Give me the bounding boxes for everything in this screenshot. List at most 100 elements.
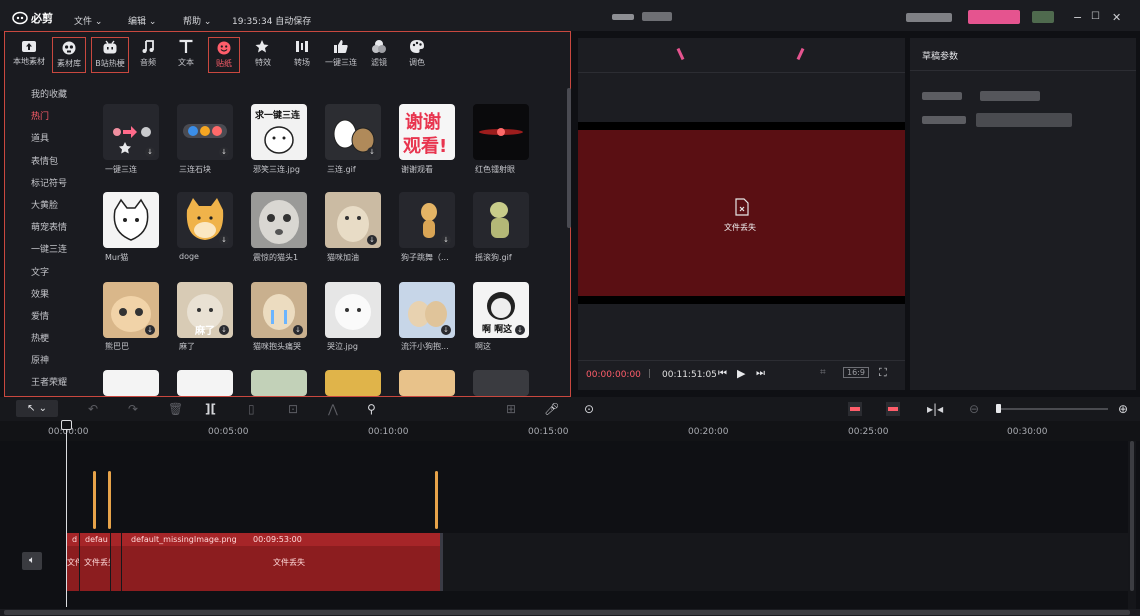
sticker-item[interactable] <box>473 192 529 248</box>
timeline-ruler[interactable]: 00:00:00 00:05:00 00:10:00 00:15:00 00:2… <box>0 421 1140 441</box>
keyframe-marker[interactable] <box>435 471 438 529</box>
category-marks[interactable]: 标记符号 <box>31 176 67 189</box>
undo-icon[interactable]: ↶ <box>88 401 98 417</box>
play-icon[interactable]: ▶ <box>737 367 745 380</box>
mirror-icon[interactable]: ⋀ <box>328 401 338 417</box>
horizontal-scroll-thumb[interactable] <box>4 610 1130 615</box>
tool-material-library[interactable]: 素材库 <box>52 37 86 73</box>
zoom-slider-handle[interactable] <box>996 404 1001 413</box>
fit-icon[interactable]: ▸|◂ <box>927 401 943 417</box>
menu-file[interactable]: 文件 ⌄ <box>74 14 102 27</box>
next-frame-icon[interactable]: ⏭ <box>756 368 765 379</box>
freeze-icon[interactable]: ⊡ <box>288 401 298 417</box>
sticker-item[interactable] <box>325 370 381 396</box>
sticker-item[interactable]: ↓ <box>103 104 159 160</box>
scale-icon[interactable]: ⊞ <box>506 401 516 417</box>
sticker-item[interactable] <box>103 192 159 248</box>
timeline-horizontal-scrollbar[interactable] <box>0 609 1140 616</box>
menu-edit[interactable]: 编辑 ⌄ <box>128 14 156 27</box>
delete-icon[interactable]: 🗑 <box>168 401 183 417</box>
microphone-icon[interactable]: 🎤︎ <box>544 401 559 417</box>
sticker-item[interactable] <box>325 282 381 338</box>
sticker-item[interactable] <box>473 370 529 396</box>
clip-end-handle[interactable] <box>440 533 443 591</box>
category-pets[interactable]: 萌宠表情 <box>31 220 67 233</box>
sticker-item[interactable]: ↓ <box>325 192 381 248</box>
download-icon[interactable]: ↓ <box>441 325 451 335</box>
vertical-scroll-thumb[interactable] <box>1130 441 1134 591</box>
playhead-handle[interactable] <box>61 420 72 430</box>
sticker-item[interactable]: 求一键三连 <box>251 104 307 160</box>
menu-help[interactable]: 帮助 ⌄ <box>183 14 211 27</box>
tool-audio[interactable]: 音频 <box>128 37 168 73</box>
zoom-slider[interactable] <box>996 408 1108 410</box>
category-love[interactable]: 爱情 <box>31 309 49 322</box>
download-icon[interactable]: ↓ <box>515 325 525 335</box>
split-icon[interactable]: ][ <box>205 401 216 417</box>
pin-icon[interactable]: ⚲ <box>367 401 376 417</box>
sticker-item[interactable] <box>251 192 307 248</box>
sticker-item[interactable] <box>473 104 529 160</box>
category-honor-of-kings[interactable]: 王者荣耀 <box>31 375 67 388</box>
sticker-item[interactable]: 谢谢 观看! <box>399 104 455 160</box>
prev-frame-icon[interactable]: ⏮ <box>718 368 727 379</box>
download-icon[interactable]: ↓ <box>145 147 155 157</box>
sticker-item[interactable] <box>103 370 159 396</box>
crop-clip-icon[interactable]: ▯ <box>248 401 255 417</box>
sticker-item[interactable]: ↓ <box>399 192 455 248</box>
download-icon[interactable]: ↓ <box>367 235 377 245</box>
sticker-item[interactable]: ↓ <box>399 282 455 338</box>
sticker-item[interactable]: ↓ <box>325 104 381 160</box>
category-memes[interactable]: 热梗 <box>31 331 49 344</box>
minimize-button[interactable]: − <box>1073 11 1082 24</box>
download-icon[interactable]: ↓ <box>441 235 451 245</box>
tool-triple-combo[interactable]: 一键三连 <box>321 37 361 73</box>
sticker-scrollbar[interactable] <box>567 88 571 228</box>
download-icon[interactable]: ↓ <box>219 147 229 157</box>
tool-transition[interactable]: 转场 <box>282 37 322 73</box>
tool-sticker[interactable]: 贴纸 <box>208 37 240 73</box>
category-props[interactable]: 道具 <box>31 131 49 144</box>
track-mute-button[interactable]: 🔈︎ <box>22 552 42 570</box>
sticker-item[interactable] <box>399 370 455 396</box>
tool-effects[interactable]: 特效 <box>243 37 283 73</box>
sticker-item[interactable] <box>177 370 233 396</box>
crop-icon[interactable]: ⌗ <box>820 367 826 378</box>
video-clip[interactable] <box>111 533 121 591</box>
category-yellow-face[interactable]: 大黄脸 <box>31 198 58 211</box>
record-icon[interactable]: ⊙ <box>584 401 594 417</box>
download-icon[interactable]: ↓ <box>145 325 155 335</box>
category-effects[interactable]: 效果 <box>31 287 49 300</box>
aspect-ratio-button[interactable]: 16:9 <box>843 367 869 378</box>
download-icon[interactable]: ↓ <box>219 325 229 335</box>
select-tool-dropdown[interactable]: ↖ ⌄ <box>16 400 58 417</box>
maximize-button[interactable]: ☐ <box>1091 11 1100 22</box>
tool-filter[interactable]: 滤镜 <box>359 37 399 73</box>
download-icon[interactable]: ↓ <box>219 235 229 245</box>
tool-color-grading[interactable]: 调色 <box>397 37 437 73</box>
download-icon[interactable]: ↓ <box>367 147 377 157</box>
category-emoji-pack[interactable]: 表情包 <box>31 154 58 167</box>
category-hot[interactable]: 热门 <box>31 109 49 122</box>
link-toggle[interactable] <box>886 402 900 416</box>
timeline-vertical-scrollbar[interactable] <box>1128 441 1136 609</box>
tool-local-media[interactable]: 本地素材 <box>9 37 49 73</box>
zoom-out-icon[interactable]: ⊖ <box>969 401 979 417</box>
sticker-item[interactable] <box>251 370 307 396</box>
sticker-item[interactable]: ↓ <box>177 192 233 248</box>
sticker-item[interactable]: ↓ <box>251 282 307 338</box>
close-button[interactable]: ✕ <box>1112 11 1121 24</box>
sticker-item[interactable]: 啊 啊这 ↓ <box>473 282 529 338</box>
redo-icon[interactable]: ↷ <box>128 401 138 417</box>
video-clip[interactable]: defau 文件丢失 <box>80 533 110 591</box>
playhead[interactable] <box>66 421 67 607</box>
video-clip[interactable]: d 文件 <box>66 533 79 591</box>
sticker-item[interactable]: 麻了 ↓ <box>177 282 233 338</box>
keyframe-marker[interactable] <box>93 471 96 529</box>
magnet-snap-toggle[interactable] <box>848 402 862 416</box>
category-favorites[interactable]: 我的收藏 <box>31 87 67 100</box>
category-triple-combo[interactable]: 一键三连 <box>31 242 67 255</box>
sticker-item[interactable]: ↓ <box>177 104 233 160</box>
sticker-item[interactable]: ↓ <box>103 282 159 338</box>
download-icon[interactable]: ↓ <box>293 325 303 335</box>
